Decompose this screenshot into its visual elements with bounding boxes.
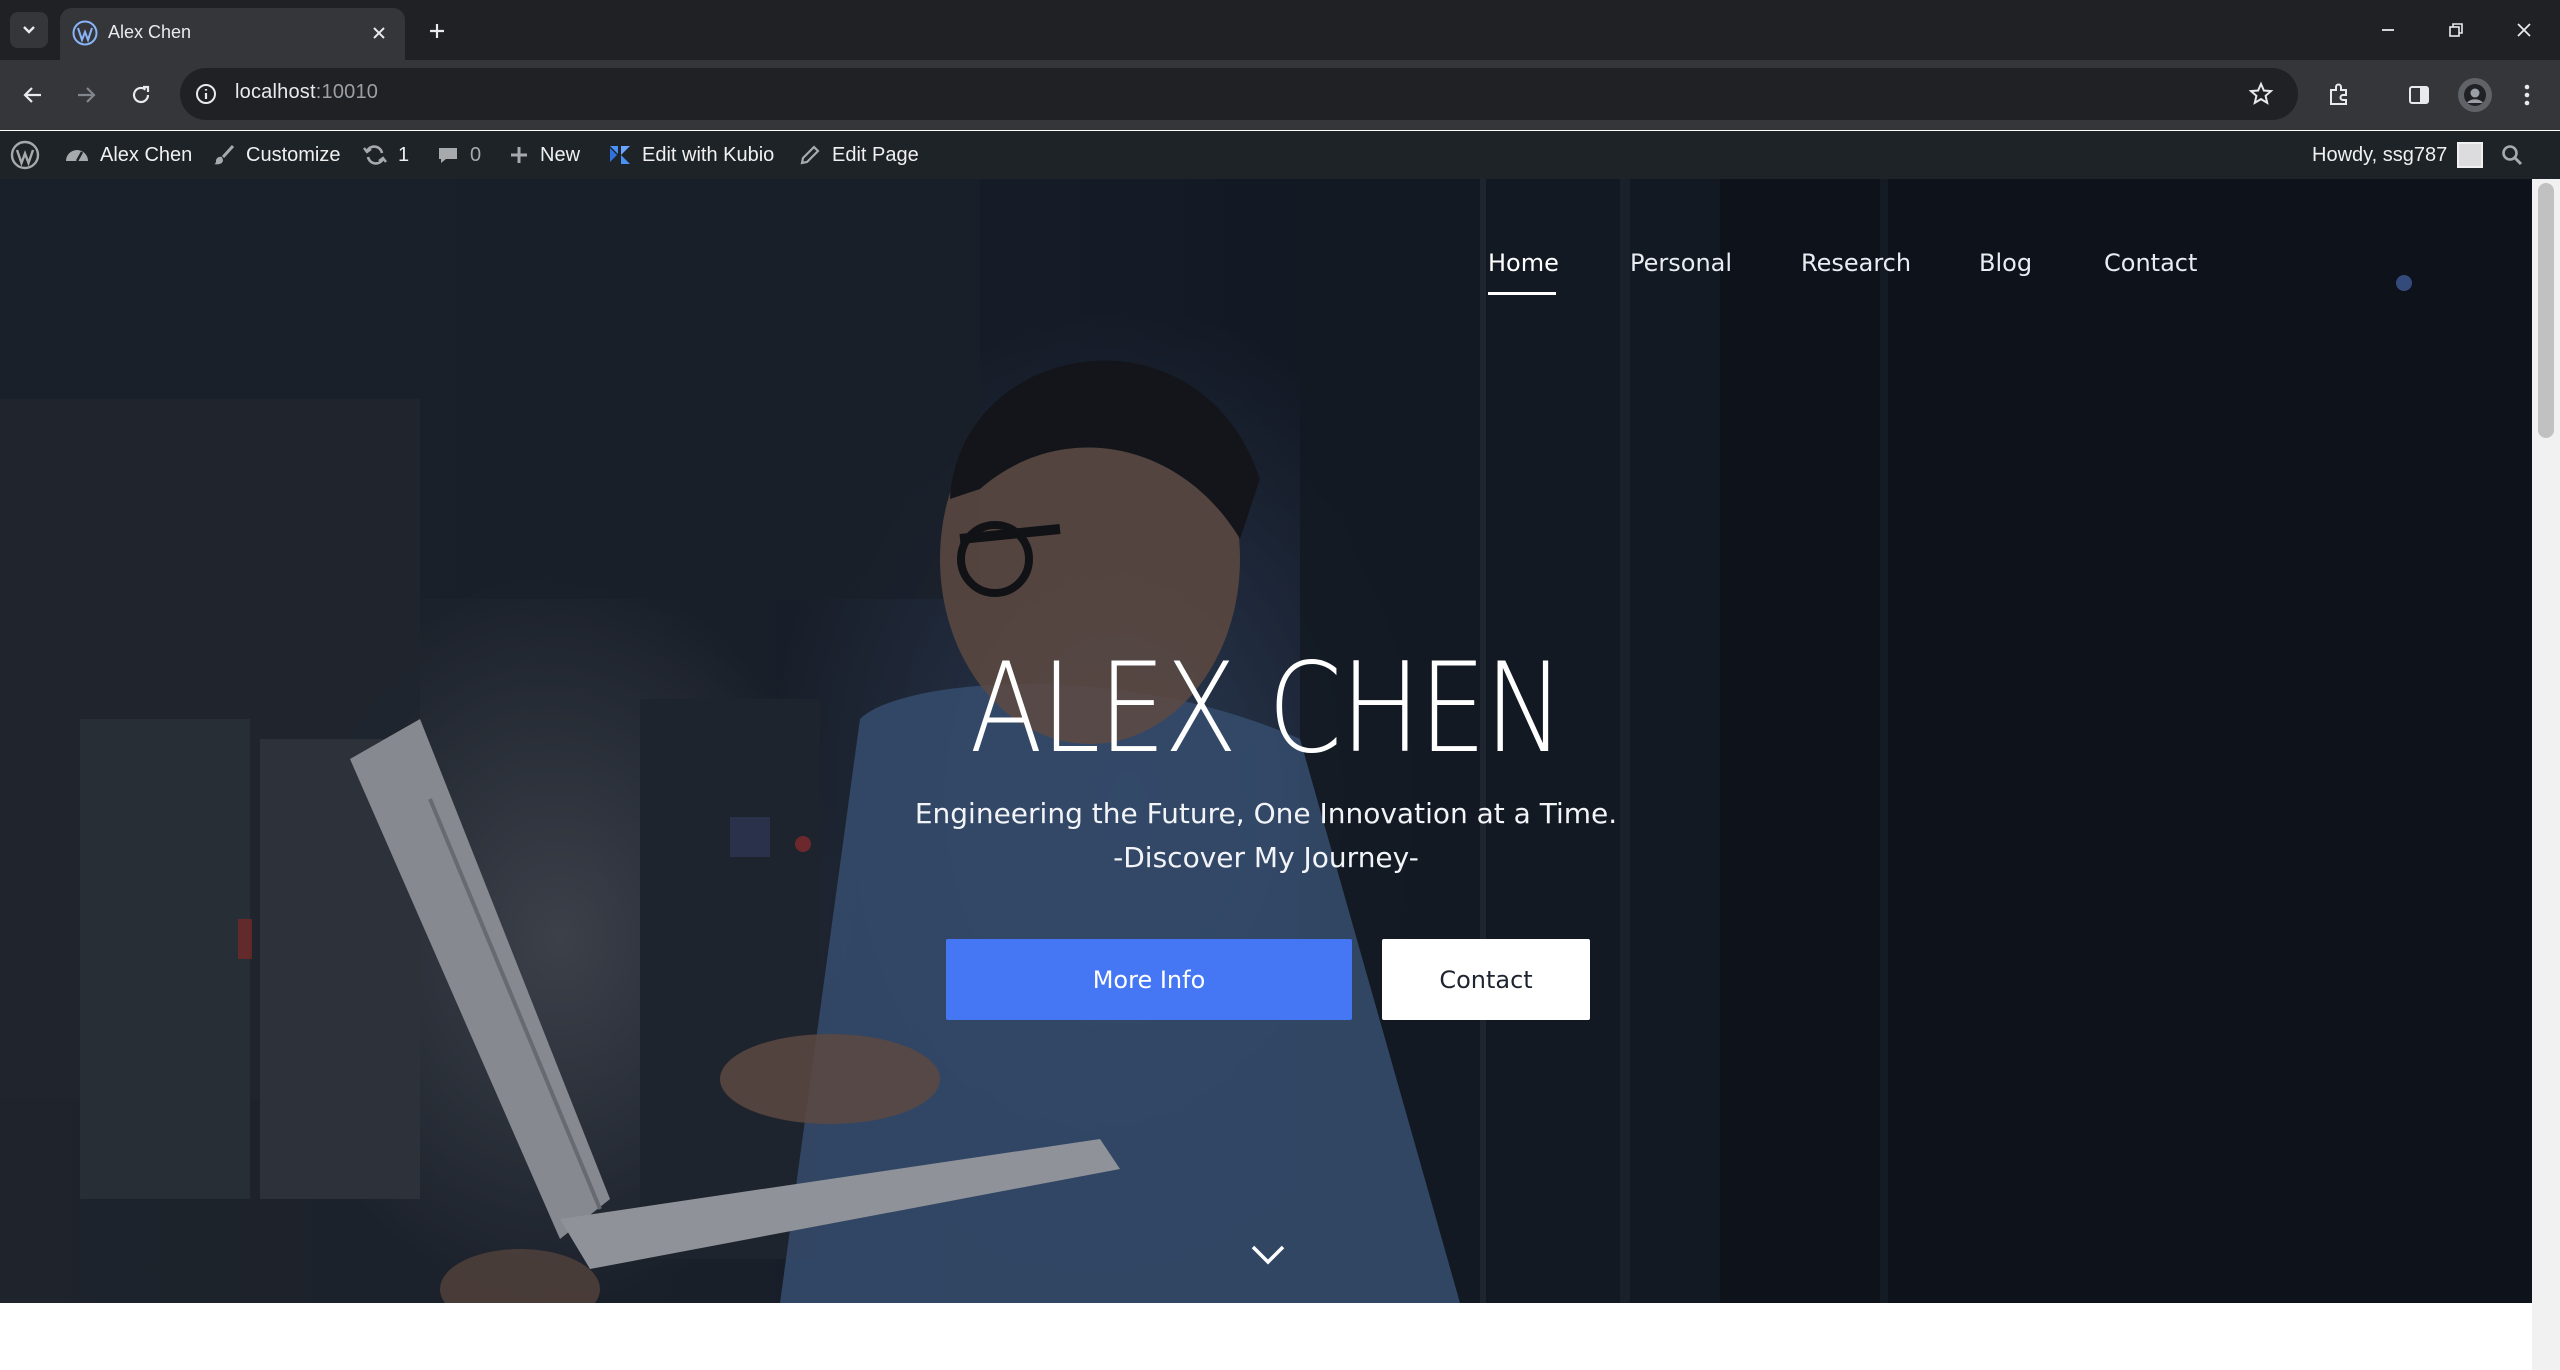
customize-label: Customize bbox=[246, 143, 341, 166]
admin-search-button[interactable] bbox=[2500, 131, 2524, 179]
new-label: New bbox=[540, 143, 581, 166]
reload-button[interactable] bbox=[122, 76, 160, 114]
site-info-icon[interactable] bbox=[194, 82, 218, 106]
close-tab-icon[interactable] bbox=[367, 21, 391, 45]
site-name-label: Alex Chen bbox=[100, 143, 193, 166]
updates-link[interactable]: 1 bbox=[362, 131, 409, 179]
bookmark-star-icon[interactable] bbox=[2248, 81, 2274, 107]
url-port: :10010 bbox=[315, 81, 379, 103]
nav-active-indicator bbox=[1488, 292, 1556, 295]
profile-icon bbox=[2464, 84, 2486, 106]
url-text: localhost:10010 bbox=[235, 81, 378, 104]
nav-personal[interactable]: Personal bbox=[1630, 249, 1732, 277]
comments-count: 0 bbox=[470, 143, 482, 166]
side-panel-button[interactable] bbox=[2402, 78, 2436, 112]
wp-logo-menu[interactable] bbox=[10, 131, 40, 179]
new-tab-button[interactable] bbox=[420, 14, 454, 48]
restore-window-button[interactable] bbox=[2422, 0, 2490, 60]
howdy-label: Howdy, ssg787 bbox=[2312, 143, 2448, 166]
nav-home[interactable]: Home bbox=[1488, 249, 1559, 277]
updates-count: 1 bbox=[398, 143, 410, 166]
customize-link[interactable]: Customize bbox=[212, 131, 340, 179]
wordpress-favicon-icon bbox=[72, 20, 98, 46]
tab-title: Alex Chen bbox=[108, 22, 192, 42]
chevron-down-icon bbox=[23, 26, 35, 34]
browser-tab-strip: Alex Chen bbox=[0, 0, 2560, 60]
puzzle-icon bbox=[2330, 83, 2347, 105]
edit-page-label: Edit Page bbox=[832, 143, 919, 166]
browser-menu-button[interactable] bbox=[2510, 78, 2544, 112]
wp-admin-bar: Alex Chen Customize 1 0 New Edit with Ku… bbox=[0, 131, 2560, 179]
close-icon bbox=[2517, 23, 2531, 37]
nav-contact[interactable]: Contact bbox=[2104, 249, 2197, 277]
pencil-icon bbox=[800, 145, 820, 165]
back-button[interactable] bbox=[14, 76, 52, 114]
kubio-logo-icon bbox=[610, 146, 630, 164]
page-scrollbar[interactable] bbox=[2532, 179, 2560, 1370]
comments-link[interactable]: 0 bbox=[436, 131, 481, 179]
hero-subtitle-line2: -Discover My Journey- bbox=[1113, 841, 1419, 874]
arrow-right-icon bbox=[78, 87, 96, 103]
search-icon bbox=[2502, 145, 2523, 166]
browser-tab-active[interactable]: Alex Chen bbox=[60, 8, 405, 60]
side-panel-icon bbox=[2409, 86, 2429, 104]
hero-section: Home Personal Research Blog Contact ALEX… bbox=[0, 179, 2532, 1303]
new-content-menu[interactable]: New bbox=[508, 131, 580, 179]
forward-button[interactable] bbox=[67, 76, 105, 114]
next-section bbox=[0, 1303, 2532, 1370]
edit-with-kubio-link[interactable]: Edit with Kubio bbox=[608, 131, 774, 179]
updates-refresh-icon bbox=[363, 145, 387, 165]
hero-title: ALEX CHEN bbox=[969, 637, 1565, 781]
url-host: localhost bbox=[235, 81, 316, 103]
minimize-icon bbox=[2382, 29, 2394, 31]
my-account-menu[interactable]: Howdy, ssg787 bbox=[2312, 131, 2484, 179]
restore-icon bbox=[2449, 23, 2463, 37]
avatar bbox=[2457, 142, 2484, 168]
arrow-left-icon bbox=[23, 87, 41, 103]
minimize-window-button[interactable] bbox=[2354, 0, 2422, 60]
kubio-label: Edit with Kubio bbox=[642, 143, 775, 166]
nav-blog[interactable]: Blog bbox=[1979, 249, 2032, 277]
more-info-button[interactable]: More Info bbox=[946, 939, 1352, 1020]
chevron-down-icon[interactable] bbox=[1250, 1243, 1286, 1267]
address-bar[interactable]: localhost:10010 bbox=[180, 68, 2298, 120]
paintbrush-icon bbox=[214, 144, 235, 165]
plus-icon bbox=[430, 24, 444, 38]
tab-search-button[interactable] bbox=[10, 12, 48, 48]
profile-avatar[interactable] bbox=[2458, 78, 2492, 112]
scrollbar-thumb[interactable] bbox=[2538, 183, 2554, 438]
close-window-button[interactable] bbox=[2490, 0, 2558, 60]
wordpress-logo-icon bbox=[10, 140, 40, 170]
comment-bubble-icon bbox=[439, 148, 457, 163]
more-vertical-icon bbox=[2524, 84, 2530, 106]
reload-icon bbox=[132, 85, 150, 104]
site-name-menu[interactable]: Alex Chen bbox=[64, 131, 192, 179]
plus-icon bbox=[511, 147, 527, 163]
dashboard-gauge-icon bbox=[66, 150, 88, 162]
hero-subtitle-line1: Engineering the Future, One Innovation a… bbox=[914, 797, 1618, 830]
nav-research[interactable]: Research bbox=[1801, 249, 1911, 277]
extensions-button[interactable] bbox=[2322, 78, 2356, 112]
browser-toolbar: localhost:10010 bbox=[0, 60, 2560, 130]
contact-button[interactable]: Contact bbox=[1382, 939, 1590, 1020]
edit-page-link[interactable]: Edit Page bbox=[798, 131, 919, 179]
